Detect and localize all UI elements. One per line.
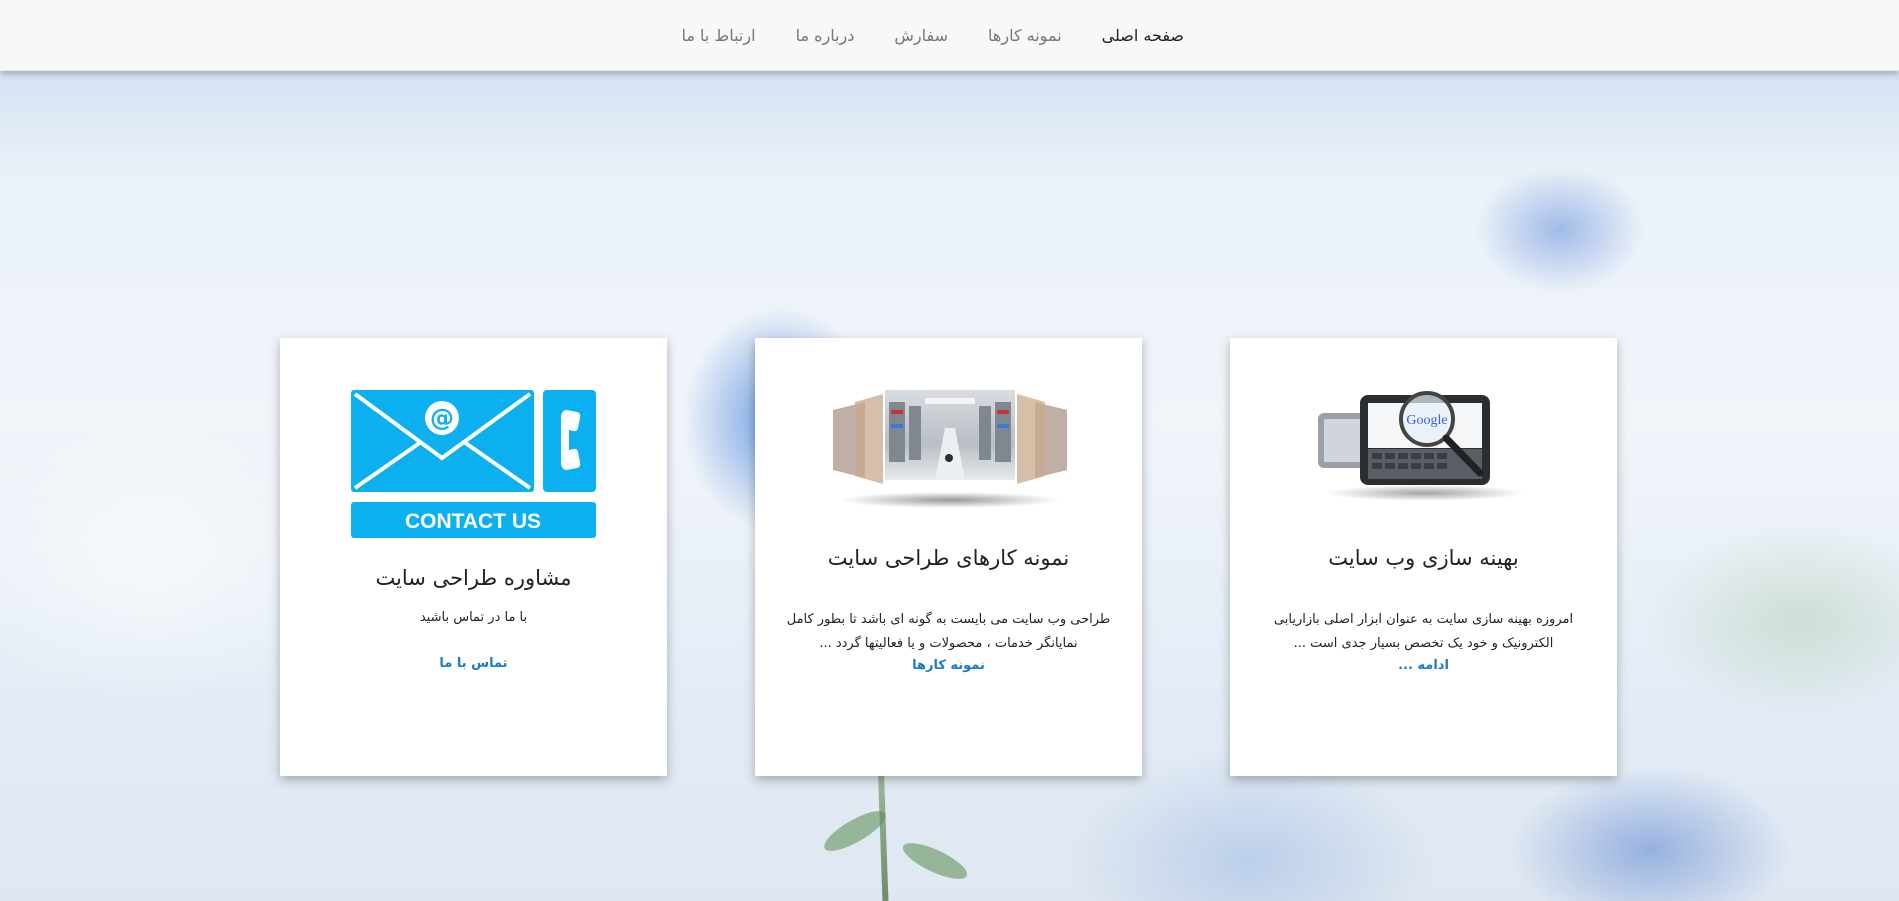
card-description: با ما در تماس باشید (419, 610, 528, 625)
nav-item-order[interactable]: سفارش (894, 26, 948, 45)
contact-us-image: @ CONTACT US (351, 390, 596, 538)
main-nav: صفحه اصلی نمونه کارها سفارش درباره ما ار… (641, 0, 1184, 71)
card-title: بهینه سازی وب سایت (1328, 546, 1519, 570)
nav-item-about[interactable]: درباره ما (796, 26, 855, 45)
portfolio-link[interactable]: نمونه کارها (755, 658, 1142, 673)
service-card-consulting: @ CONTACT US مشاوره طراحی سایت با ما در … (280, 338, 667, 776)
background-band (0, 72, 1899, 152)
nav-item-portfolio[interactable]: نمونه کارها (988, 26, 1062, 45)
portfolio-image (825, 388, 1075, 508)
card-title: مشاوره طراحی سایت (375, 566, 572, 590)
svg-text:@: @ (430, 404, 454, 432)
service-card-portfolio: نمونه کارهای طراحی سایت طراحی وب سایت می… (755, 338, 1142, 776)
contact-us-link[interactable]: تماس با ما (280, 656, 667, 671)
service-card-seo: Google بهینه سازی وب سایت امروزه بهینه س… (1230, 338, 1617, 776)
card-description: امروزه بهینه سازی سایت به عنوان ابزار اص… (1273, 612, 1574, 651)
nav-item-home[interactable]: صفحه اصلی (1102, 26, 1184, 45)
seo-image: Google (1310, 383, 1540, 503)
card-description: طراحی وب سایت می بایست به گونه ای باشد ت… (786, 612, 1111, 651)
card-title: نمونه کارهای طراحی سایت (827, 546, 1070, 570)
portfolio-gallery-icon (833, 390, 1067, 508)
contact-us-caption: CONTACT US (405, 510, 541, 533)
top-navbar: صفحه اصلی نمونه کارها سفارش درباره ما ار… (0, 0, 1899, 71)
contact-us-icon: @ CONTACT US (351, 390, 596, 538)
seo-tablet-icon: Google (1318, 391, 1525, 501)
svg-text:Google: Google (1406, 413, 1447, 428)
read-more-link[interactable]: ادامه ... (1230, 658, 1617, 673)
nav-item-contact[interactable]: ارتباط با ما (681, 26, 755, 45)
